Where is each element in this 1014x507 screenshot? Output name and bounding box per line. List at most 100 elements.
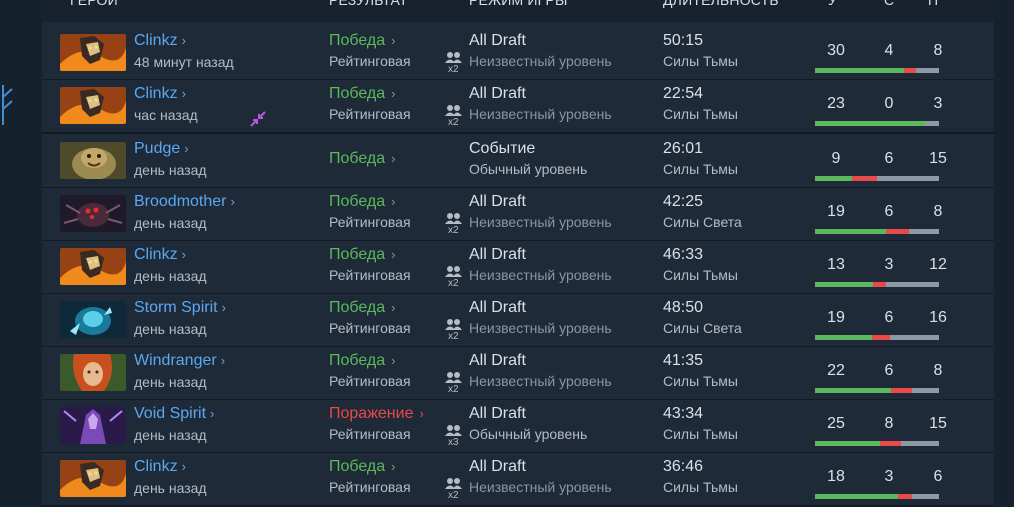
match-result[interactable]: Поражение [329, 405, 413, 422]
chevron-right-icon: › [391, 86, 396, 101]
hero-portrait[interactable] [60, 248, 126, 285]
match-result[interactable]: Победа [329, 299, 385, 316]
skill-bracket: Неизвестный уровень [469, 479, 612, 495]
match-row[interactable]: Storm Spirit › день назад Победа › Рейтинг… [42, 294, 994, 348]
hero-portrait[interactable] [60, 354, 126, 391]
game-mode: Событие [469, 140, 536, 157]
kills-segment [815, 121, 925, 126]
match-result[interactable]: Победа [329, 352, 385, 369]
hero-portrait[interactable] [60, 407, 126, 444]
game-mode: All Draft [469, 299, 526, 316]
hero-portrait[interactable] [60, 142, 126, 179]
kills-segment [815, 494, 898, 499]
kills-count: 19 [827, 203, 845, 220]
deaths-count: 6 [884, 309, 894, 326]
header-mode: РЕЖИМ ИГРЫ [469, 0, 568, 8]
kills-count: 19 [827, 309, 845, 326]
deaths-count: 6 [884, 203, 894, 220]
match-row[interactable]: Void Spirit › день назад Поражение › Рейти… [42, 400, 994, 454]
deaths-segment [891, 388, 912, 393]
hero-name[interactable]: Broodmother [134, 193, 227, 210]
hero-name[interactable]: Clinkz [134, 246, 178, 263]
deaths-segment [898, 494, 912, 499]
match-row[interactable]: Clinkz › 48 минут назад Победа › Рейтингов… [42, 27, 994, 81]
match-duration: 26:01 [663, 140, 704, 157]
game-mode: All Draft [469, 193, 526, 210]
party-size: x2 [448, 278, 459, 289]
party-icon: x2 [444, 371, 464, 395]
match-history-panel: ГЕРОЙ РЕЗУЛЬТАТ РЕЖИМ ИГРЫ ДЛИТЕЛЬНОСТЬ … [42, 0, 994, 507]
header-kills: У [828, 0, 838, 8]
kda-bar [815, 494, 939, 499]
hero-name[interactable]: Windranger [134, 352, 217, 369]
match-time: 48 минут назад [134, 54, 234, 70]
party-icon: x2 [444, 477, 464, 501]
match-result[interactable]: Победа [329, 32, 385, 49]
hero-name[interactable]: Clinkz [134, 458, 178, 475]
chevron-right-icon: › [391, 459, 396, 474]
assists-count: 12 [929, 256, 947, 273]
party-icon: x2 [444, 212, 464, 236]
hero-portrait[interactable] [60, 460, 126, 497]
match-duration: 48:50 [663, 299, 704, 316]
kda-bar [815, 388, 939, 393]
chevron-right-icon: › [181, 33, 186, 48]
match-row[interactable]: Clinkz › день назад Победа › Рейтинговая x… [42, 453, 994, 507]
party-size: x2 [448, 384, 459, 395]
match-row[interactable]: Clinkz › день назад Победа › Рейтинговая x… [42, 241, 994, 295]
party-icon: x2 [444, 318, 464, 342]
match-result[interactable]: Победа [329, 193, 385, 210]
match-side: Силы Тьмы [663, 479, 738, 495]
match-time: час назад [134, 107, 198, 123]
kills-segment [815, 68, 904, 73]
match-row[interactable]: Windranger › день назад Победа › Рейтингов… [42, 347, 994, 401]
lobby-type: Рейтинговая [329, 373, 411, 389]
chevron-right-icon: › [184, 141, 189, 156]
assists-count: 8 [933, 203, 943, 220]
match-time: день назад [134, 374, 207, 390]
lobby-type: Рейтинговая [329, 267, 411, 283]
hero-portrait[interactable] [60, 87, 126, 124]
kills-segment [815, 176, 852, 181]
chevron-right-icon: › [181, 247, 186, 262]
lobby-type: Рейтинговая [329, 214, 411, 230]
deaths-segment [880, 441, 901, 446]
kills-count: 22 [827, 362, 845, 379]
chevron-right-icon: › [210, 406, 215, 421]
assists-count: 6 [933, 468, 943, 485]
chevron-right-icon: › [230, 194, 235, 209]
deaths-segment [852, 176, 877, 181]
match-result[interactable]: Победа [329, 246, 385, 263]
kills-count: 25 [827, 415, 845, 432]
hero-name[interactable]: Pudge [134, 140, 180, 157]
hero-portrait[interactable] [60, 34, 126, 71]
header-assists: П [928, 0, 939, 8]
kills-segment [815, 229, 886, 234]
lobby-type: Рейтинговая [329, 426, 411, 442]
match-side: Силы Тьмы [663, 106, 738, 122]
assists-count: 16 [929, 309, 947, 326]
kills-segment [815, 282, 873, 287]
header-deaths: С [884, 0, 895, 8]
skill-bracket: Обычный уровень [469, 426, 588, 442]
match-row[interactable]: Pudge › день назад Победа › Событие Обычны… [42, 135, 994, 189]
match-result[interactable]: Победа [329, 458, 385, 475]
assists-count: 3 [933, 95, 943, 112]
hero-name[interactable]: Void Spirit [134, 405, 206, 422]
deaths-count: 6 [884, 150, 894, 167]
game-mode: All Draft [469, 458, 526, 475]
match-row[interactable]: Broodmother › день назад Победа › Рейтинго… [42, 188, 994, 242]
shrink-arrows-icon[interactable] [249, 110, 267, 128]
hero-name[interactable]: Clinkz [134, 32, 178, 49]
party-size: x2 [448, 225, 459, 236]
deaths-segment [886, 229, 909, 234]
deaths-count: 3 [884, 256, 894, 273]
match-row[interactable]: Clinkz › час назад Победа › Рейтинговая x2… [42, 80, 994, 134]
lobby-type: Рейтинговая [329, 320, 411, 336]
hero-portrait[interactable] [60, 301, 126, 338]
hero-name[interactable]: Storm Spirit [134, 299, 218, 316]
hero-name[interactable]: Clinkz [134, 85, 178, 102]
hero-portrait[interactable] [60, 195, 126, 232]
match-result[interactable]: Победа [329, 85, 385, 102]
match-result[interactable]: Победа [329, 150, 385, 167]
